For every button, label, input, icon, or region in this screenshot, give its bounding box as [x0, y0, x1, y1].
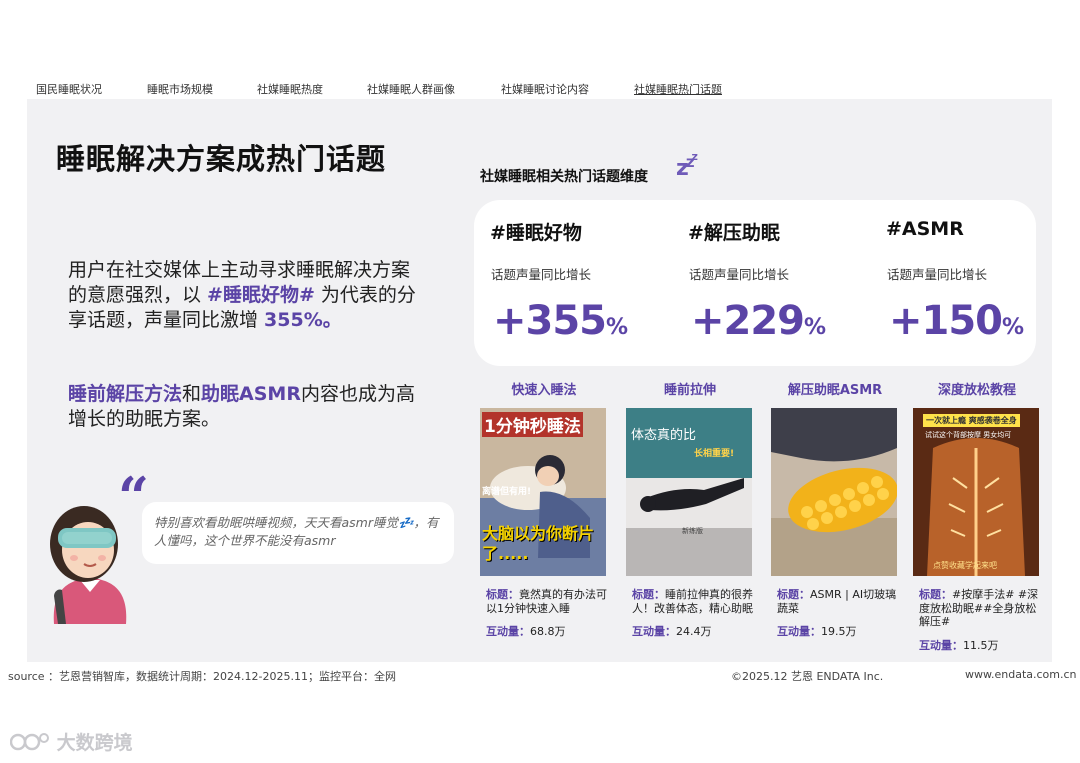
card-interactions: 互动量：19.5万 — [771, 623, 899, 639]
interaction-key: 互动量： — [486, 625, 530, 638]
topics-subtitle: 社媒睡眠相关热门话题维度 — [480, 169, 648, 185]
topic-tag: #ASMR — [886, 218, 964, 240]
topic-growth-label: 话题声量同比增长 — [491, 267, 592, 282]
card-thumbnail[interactable]: 1分钟秒睡法 离谱但有用! 大脑以为你断片了..... — [480, 408, 606, 576]
growth-number: +229 — [691, 298, 805, 344]
interaction-key: 互动量： — [919, 638, 963, 652]
topic-stats-card: #睡眠好物 话题声量同比增长 +355% #解压助眠 话题声量同比增长 +229… — [474, 200, 1036, 366]
footer-copyright: ©2025.12 艺恩 ENDATA Inc. — [731, 670, 884, 683]
secondary-text-1: 和 — [182, 383, 202, 405]
watermark-icon — [9, 733, 49, 751]
nav-item-hot-topics[interactable]: 社媒睡眠热门话题 — [634, 81, 722, 97]
title-key: 标题： — [777, 588, 810, 601]
topic-growth-value: +355% — [493, 298, 628, 344]
card-thumbnail[interactable]: 体态真的比 长相重要! 新练版 — [626, 408, 752, 576]
content-card-stretch[interactable]: 睡前拉伸 体态真的比 长相重要! 新练版 标题：睡前拉伸真的很养人！改善体态，精… — [626, 380, 754, 639]
card-heading: 解压助眠ASMR — [787, 383, 883, 398]
interaction-value: 11.5万 — [963, 638, 999, 652]
growth-unit: % — [606, 315, 628, 340]
watermark-logo: 大数跨境 — [9, 728, 133, 755]
card-heading: 深度放松教程 — [937, 383, 1016, 398]
nav-item-discussion-content[interactable]: 社媒睡眠讨论内容 — [501, 81, 589, 97]
title-key: 标题： — [486, 588, 519, 601]
topic-tag: #睡眠好物 — [490, 222, 582, 244]
summary-paragraph: 用户在社交媒体上主动寻求睡眠解决方案的意愿强烈，以 #睡眠好物# 为代表的分享话… — [68, 258, 428, 333]
topic-growth-value: +229% — [691, 298, 826, 344]
thumbnail-caption-mid: 试试这个背部按摩 男女均可 — [925, 431, 1012, 439]
card-interactions: 互动量：24.4万 — [626, 623, 754, 639]
thumbnail-caption-top: 体态真的比 — [631, 428, 697, 443]
content-card-fast-sleep[interactable]: 快速入睡法 1分钟秒睡法 离谱但有用! 大脑以为你断片了..... 标题：竟然真… — [480, 380, 608, 639]
growth-unit: % — [1002, 315, 1024, 340]
thumbnail-caption-mid: 长相重要! — [694, 449, 735, 459]
highlight-decompress: 睡前解压方法 — [68, 383, 183, 405]
card-thumbnail[interactable]: 一次就上瘾 爽感袭卷全身 试试这个背部按摩 男女均可 点赞收藏学起来吧 — [913, 408, 1039, 576]
card-title: 标题：#按摩手法# #深度放松助眠##全身放松解压# — [913, 588, 1041, 629]
user-quote-bubble: 特别喜欢看助眠哄睡视频，天天看asmr睡觉💤，有人懂吗，这个世界不能没有asmr — [142, 502, 454, 564]
card-title: 标题：睡前拉伸真的很养人！改善体态，精心助眠 — [626, 588, 754, 615]
nav-item-national-sleep[interactable]: 国民睡眠状况 — [36, 81, 102, 97]
card-title: 标题：竟然真的有办法可以1分钟快速入睡 — [480, 588, 608, 615]
card-interactions: 互动量：68.8万 — [480, 623, 608, 639]
footer-website[interactable]: www.endata.com.cn — [965, 668, 1077, 681]
card-thumbnail[interactable] — [771, 408, 897, 576]
growth-unit: % — [804, 315, 826, 340]
card-interactions: 互动量：11.5万 — [913, 637, 1041, 653]
thumbnail-caption-mid: 离谱但有用! — [482, 487, 532, 497]
content-card-relax[interactable]: 深度放松教程 一次就上瘾 爽感袭卷全身 试试这个背部按摩 男女均可 点赞收藏学起… — [913, 380, 1041, 653]
footer-source: source ：艺恩营销智库，数据统计周期：2024.12-2025.11；监控… — [8, 670, 396, 683]
thumbnail-caption-bottom: 大脑以为你断片了..... — [482, 524, 595, 563]
highlight-percent: 355%。 — [264, 309, 342, 331]
thumbnail-caption-bottom: 点赞收藏学起来吧 — [933, 561, 997, 570]
interaction-key: 互动量： — [777, 625, 821, 638]
thumbnail-illustration — [771, 408, 897, 576]
thumbnail-caption-bottom: 新练版 — [682, 527, 703, 535]
interaction-key: 互动量： — [632, 625, 676, 638]
zzz-icon: zzz — [676, 150, 698, 181]
topic-growth-value: +150% — [889, 298, 1024, 344]
interaction-value: 19.5万 — [821, 625, 857, 638]
card-heading: 快速入睡法 — [511, 383, 577, 398]
topic-tag: #解压助眠 — [688, 222, 780, 244]
interaction-value: 68.8万 — [530, 625, 566, 638]
highlight-asmr: 助眠ASMR — [201, 383, 301, 405]
topic-growth-label: 话题声量同比增长 — [887, 267, 988, 282]
content-card-asmr[interactable]: 解压助眠ASMR 标题：ASMR | AI切玻璃蔬菜 互动量：19.5万 — [771, 380, 899, 639]
nav-item-market-size[interactable]: 睡眠市场规模 — [147, 81, 213, 97]
growth-number: +150 — [889, 298, 1003, 344]
watermark-text: 大数跨境 — [56, 732, 133, 754]
nav-item-audience-portrait[interactable]: 社媒睡眠人群画像 — [367, 81, 455, 97]
page-title: 睡眠解决方案成热门话题 — [56, 142, 387, 176]
topic-growth-label: 话题声量同比增长 — [689, 267, 790, 282]
nav-item-social-heat[interactable]: 社媒睡眠热度 — [257, 81, 323, 97]
card-heading: 睡前拉伸 — [663, 383, 716, 398]
thumbnail-caption-top: 1分钟秒睡法 — [482, 412, 583, 437]
card-title: 标题：ASMR | AI切玻璃蔬菜 — [771, 588, 899, 615]
secondary-paragraph: 睡前解压方法和助眠ASMR内容也成为高增长的助眠方案。 — [68, 382, 428, 432]
title-key: 标题： — [919, 588, 952, 601]
title-key: 标题： — [632, 588, 665, 601]
thumbnail-caption-top: 一次就上瘾 爽感袭卷全身 — [923, 414, 1020, 427]
interaction-value: 24.4万 — [676, 625, 712, 638]
highlight-sleep-goods: #睡眠好物# — [207, 284, 315, 306]
growth-number: +355 — [493, 298, 607, 344]
